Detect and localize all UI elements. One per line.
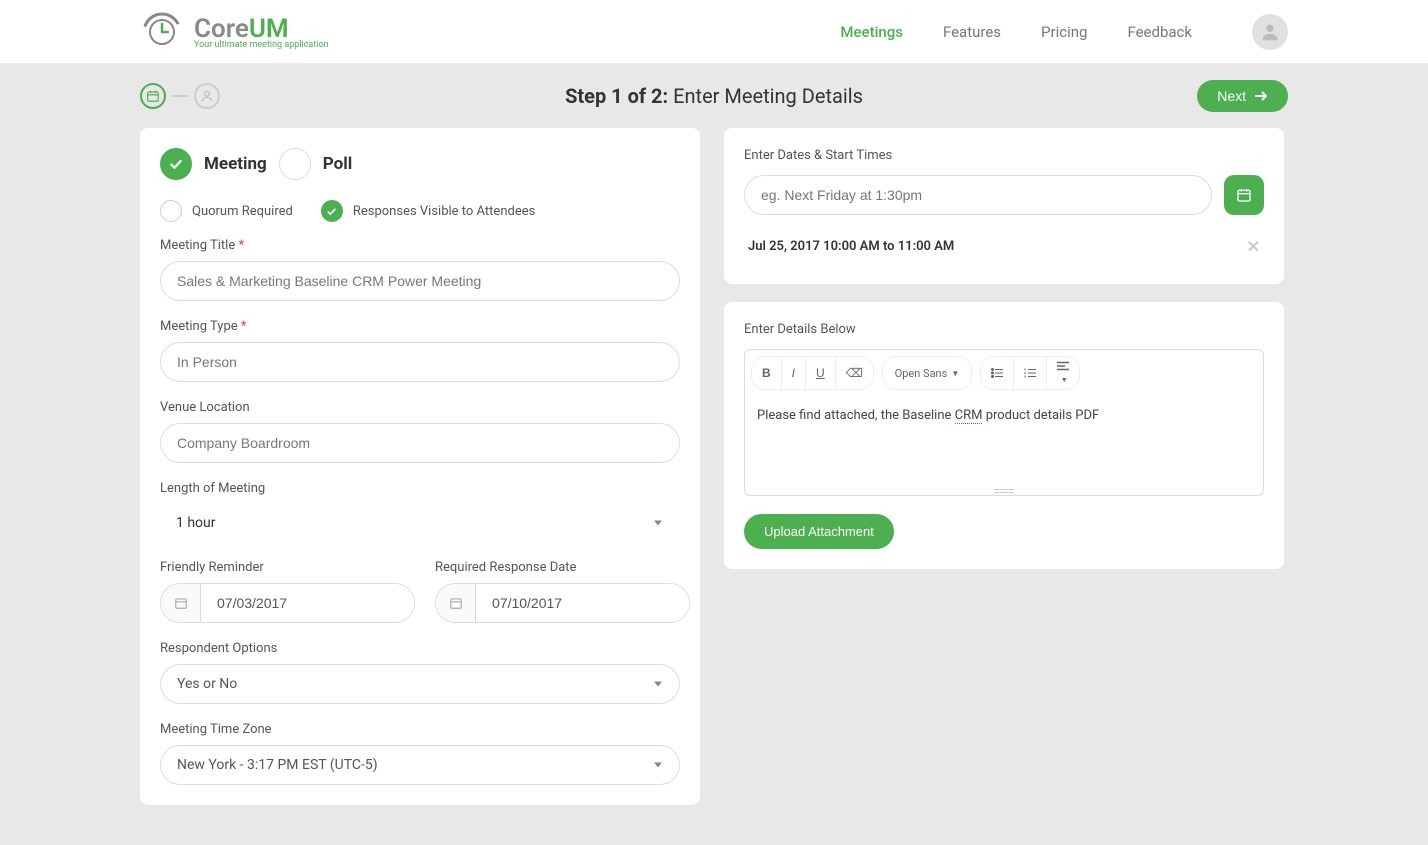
quorum-label: Quorum Required (192, 204, 293, 219)
underline-button[interactable]: U (806, 357, 836, 389)
tz-select[interactable]: New York - 3:17 PM EST (UTC-5) (160, 745, 680, 785)
meeting-type-input[interactable] (160, 342, 680, 382)
length-label: Length of Meeting (160, 481, 680, 496)
resize-handle-icon[interactable] (994, 489, 1014, 493)
calendar-icon (1236, 187, 1252, 203)
font-select[interactable]: Open Sans ▼ (882, 356, 973, 390)
chevron-down-icon: ▼ (951, 369, 959, 378)
required-input-wrap[interactable] (435, 583, 690, 623)
step-connector (172, 95, 188, 97)
list-ol-button[interactable] (1014, 357, 1047, 389)
required-label: Required Response Date (435, 560, 690, 575)
required-input[interactable] (476, 584, 689, 622)
main-nav: Meetings Features Pricing Feedback (840, 14, 1288, 50)
brand-tagline: Your ultimate meeting application (194, 40, 329, 50)
check-icon (325, 205, 338, 218)
brand-logo[interactable]: CoreUM Your ultimate meeting application (140, 10, 329, 54)
align-icon (1057, 361, 1069, 371)
meeting-title-label: Meeting Title * (160, 238, 680, 253)
date-entry-input[interactable] (744, 175, 1212, 215)
responses-visible-checkbox[interactable] (321, 200, 343, 222)
meeting-toggle-label: Meeting (204, 154, 267, 174)
step-2-icon[interactable] (194, 83, 220, 109)
align-button[interactable]: ▼ (1047, 357, 1079, 389)
list-ul-icon (991, 368, 1003, 378)
meeting-type-label: Meeting Type * (160, 319, 680, 334)
bold-button[interactable]: B (752, 357, 782, 389)
respondent-label: Respondent Options (160, 641, 680, 656)
quorum-checkbox[interactable] (160, 200, 182, 222)
step-1-icon[interactable] (140, 83, 166, 109)
meeting-title-input[interactable] (160, 261, 680, 301)
clear-format-button[interactable]: ⌫ (836, 357, 873, 389)
person-step-icon (200, 89, 214, 103)
user-icon (1259, 21, 1281, 43)
poll-toggle[interactable] (279, 148, 311, 180)
reminder-input-wrap[interactable] (160, 583, 415, 623)
details-section-label: Enter Details Below (744, 322, 1264, 337)
list-ul-button[interactable] (981, 357, 1014, 389)
details-card: Enter Details Below B I U ⌫ Open Sans ▼ (724, 302, 1284, 569)
respondent-select[interactable]: Yes or No (160, 664, 680, 704)
length-select[interactable]: 1 hour (160, 504, 680, 542)
next-button[interactable]: Next (1197, 80, 1288, 112)
calendar-step-icon (146, 89, 160, 103)
reminder-label: Friendly Reminder (160, 560, 415, 575)
nav-pricing[interactable]: Pricing (1041, 23, 1087, 41)
list-ol-icon (1024, 368, 1036, 378)
step-header: Step 1 of 2: Enter Meeting Details Next (0, 64, 1428, 128)
italic-button[interactable]: I (782, 357, 806, 389)
tz-label: Meeting Time Zone (160, 722, 680, 737)
reminder-input[interactable] (201, 584, 414, 622)
calendar-icon (161, 584, 201, 622)
upload-attachment-button[interactable]: Upload Attachment (744, 514, 894, 549)
nav-meetings[interactable]: Meetings (840, 23, 903, 41)
meeting-toggle[interactable] (160, 148, 192, 180)
top-navbar: CoreUM Your ultimate meeting application… (0, 0, 1428, 64)
arrow-right-icon (1254, 91, 1268, 101)
date-slot: Jul 25, 2017 10:00 AM to 11:00 AM ✕ (744, 229, 1264, 264)
dates-section-label: Enter Dates & Start Times (744, 148, 1264, 163)
step-title: Step 1 of 2: Enter Meeting Details (565, 84, 863, 108)
clock-logo-icon (140, 10, 184, 54)
user-avatar[interactable] (1252, 14, 1288, 50)
step-progress (140, 83, 220, 109)
meeting-form-card: Meeting Poll Quorum Required Responses V… (140, 128, 700, 805)
calendar-picker-button[interactable] (1224, 175, 1264, 215)
poll-toggle-label: Poll (323, 154, 352, 174)
responses-visible-label: Responses Visible to Attendees (353, 204, 535, 219)
venue-input[interactable] (160, 423, 680, 463)
calendar-icon (436, 584, 476, 622)
nav-feedback[interactable]: Feedback (1127, 23, 1192, 41)
dates-card: Enter Dates & Start Times Jul 25, 2017 1… (724, 128, 1284, 284)
editor-toolbar: B I U ⌫ Open Sans ▼ (744, 349, 1264, 396)
editor-body[interactable]: Please find attached, the Baseline CRM p… (744, 396, 1264, 496)
date-slot-text: Jul 25, 2017 10:00 AM to 11:00 AM (748, 239, 954, 254)
check-icon (167, 155, 185, 173)
venue-label: Venue Location (160, 400, 680, 415)
remove-slot-button[interactable]: ✕ (1247, 237, 1260, 256)
nav-features[interactable]: Features (943, 23, 1001, 41)
